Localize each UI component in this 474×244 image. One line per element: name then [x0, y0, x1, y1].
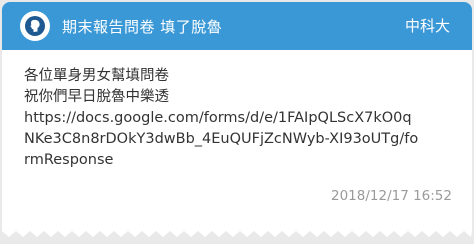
avatar: [20, 11, 50, 41]
form-link[interactable]: https://docs.google.com/forms/d/e/1FAIpQ…: [24, 108, 450, 129]
body-line: 各位單身男女幫填問卷: [24, 68, 169, 84]
post-header: 期末報告問卷 填了脫魯 中科大: [2, 2, 472, 50]
torn-edge-divider: [2, 227, 472, 237]
person-silhouette-icon: [25, 16, 45, 36]
body-line: 祝你們早日脫魯中樂透: [24, 89, 169, 105]
post-timestamp: 2018/12/17 16:52: [330, 188, 452, 204]
form-link[interactable]: rmResponse: [24, 150, 450, 171]
post-title: 期末報告問卷 填了脫魯: [62, 17, 223, 36]
page: 期末報告問卷 填了脫魯 中科大 各位單身男女幫填問卷 祝你們早日脫魯中樂透 ht…: [0, 0, 474, 244]
post-body: 各位單身男女幫填問卷 祝你們早日脫魯中樂透 https://docs.googl…: [2, 50, 472, 171]
form-link[interactable]: NKe3C8n8rDOkY3dwBb_4EuQUFjZcNWyb-XI93oUT…: [24, 129, 450, 150]
board-name[interactable]: 中科大: [405, 2, 450, 50]
post-card[interactable]: 期末報告問卷 填了脫魯 中科大 各位單身男女幫填問卷 祝你們早日脫魯中樂透 ht…: [2, 2, 472, 228]
